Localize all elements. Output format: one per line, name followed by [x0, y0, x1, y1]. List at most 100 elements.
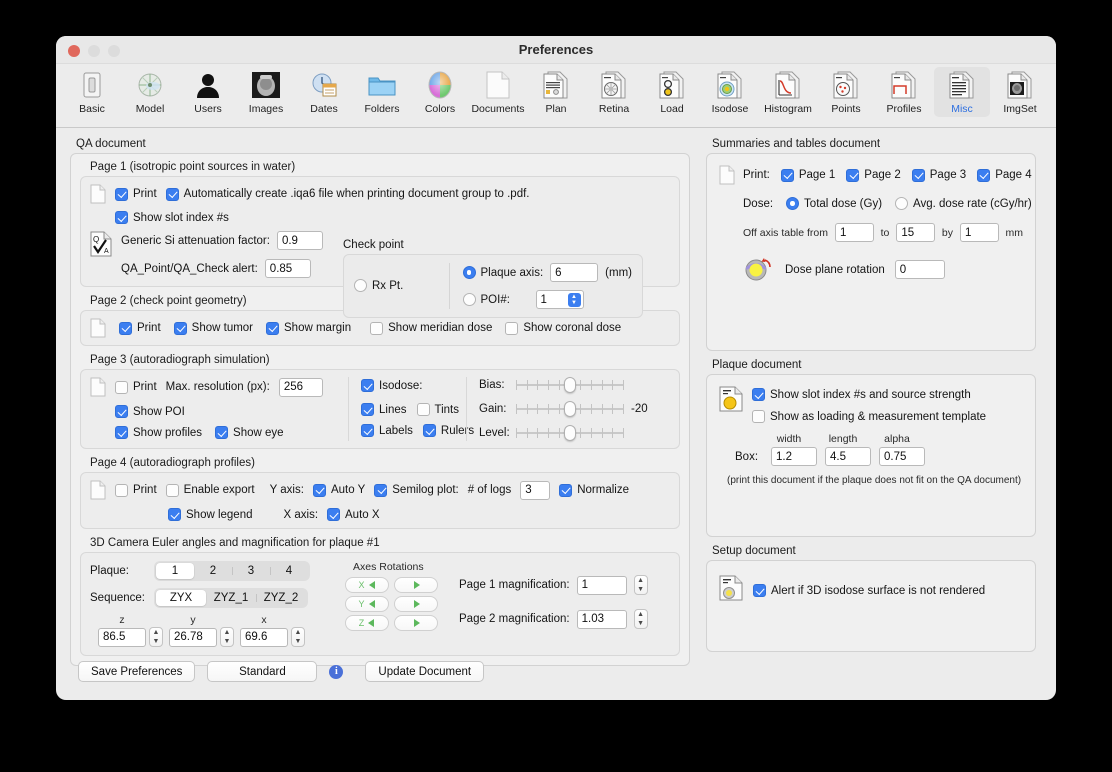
toolbar-item-colors[interactable]: Colors [412, 67, 468, 117]
summaries-page-checkbox-0[interactable]: Page 1 [780, 168, 835, 182]
sequence-option-zyz_2[interactable]: ZYZ_2 [256, 590, 306, 606]
plaque-box-length-field[interactable]: 4.5 [825, 447, 871, 466]
plaque-slot-checkbox[interactable]: Show slot index #s and source strength [752, 388, 971, 402]
bias-slider[interactable] [516, 377, 624, 393]
slider-thumb[interactable] [564, 401, 576, 417]
rotate-ccw-button-y[interactable]: Y [345, 596, 389, 612]
plaque-axis-radio[interactable]: Plaque axis: [462, 266, 543, 279]
offaxis-to-field[interactable]: 15 [896, 223, 935, 242]
page1-auto-iqa6-checkbox[interactable]: Automatically create .iqa6 file when pri… [165, 187, 530, 201]
toolbar-item-load[interactable]: Load [644, 67, 700, 117]
plaque-template-checkbox[interactable]: Show as loading & measurement template [752, 410, 986, 423]
page4-normalize-checkbox[interactable]: Normalize [559, 483, 629, 497]
toolbar-item-label: Retina [598, 103, 630, 115]
triangle-right-icon [413, 619, 420, 627]
page2-checkbox-3[interactable]: Show meridian dose [370, 321, 492, 335]
page4-export-checkbox[interactable]: Enable export [165, 483, 255, 497]
page2-mag-stepper[interactable]: ▲ ▼ [633, 609, 648, 629]
toolbar-item-basic[interactable]: Basic [64, 67, 120, 117]
slider-thumb[interactable] [564, 377, 576, 393]
page3-isodose-checkbox[interactable]: Isodose: [361, 379, 422, 393]
page3-show-profiles-checkbox[interactable]: Show profiles [115, 426, 202, 439]
plaque-box-width-field[interactable]: 1.2 [771, 447, 817, 466]
rx-point-radio[interactable]: Rx Pt. [354, 279, 403, 293]
page1-atten-field[interactable]: 0.9 [276, 231, 323, 250]
gain-slider[interactable] [516, 401, 624, 417]
info-icon[interactable]: i [329, 664, 344, 679]
page4-legend-checkbox[interactable]: Show legend [168, 508, 253, 521]
save-preferences-button[interactable]: Save Preferences [78, 661, 196, 682]
dose-total-radio[interactable]: Total dose (Gy) [786, 197, 882, 210]
sequence-segmented-control[interactable]: ZYX ZYZ_1 ZYZ_2 [154, 588, 308, 608]
page1-show-slot-checkbox[interactable]: Show slot index #s [115, 211, 229, 224]
page1-print-checkbox[interactable]: Print [115, 187, 157, 201]
rotate-cw-button-x[interactable] [394, 577, 438, 593]
toolbar-item-folders[interactable]: Folders [354, 67, 410, 117]
page3-lines-checkbox[interactable]: Lines [361, 403, 407, 416]
page1-alert-field[interactable]: 0.85 [264, 259, 311, 278]
plaque-option-2[interactable]: 2 [194, 563, 232, 579]
rotate-ccw-button-x[interactable]: X [345, 577, 389, 593]
toolbar-item-profiles[interactable]: Profiles [876, 67, 932, 117]
page2-mag-field[interactable]: 1.03 [576, 609, 627, 629]
toolbar-item-retina[interactable]: Retina [586, 67, 642, 117]
page1-mag-field[interactable]: 1 [576, 575, 627, 595]
toolbar-item-histogram[interactable]: Histogram [760, 67, 816, 117]
euler-axis-label-z: z [119, 614, 125, 626]
offaxis-by-field[interactable]: 1 [959, 223, 999, 242]
plaque-box-alpha-field[interactable]: 0.75 [879, 447, 925, 466]
page3-show-eye-checkbox[interactable]: Show eye [215, 426, 284, 439]
poi-radio[interactable]: POI#: [462, 293, 529, 306]
page4-logs-field[interactable]: 3 [520, 480, 551, 500]
page3-labels-checkbox[interactable]: Labels [361, 424, 413, 437]
offaxis-from-field[interactable]: 1 [835, 223, 874, 242]
toolbar-item-model[interactable]: Model [122, 67, 178, 117]
dose-rate-radio[interactable]: Avg. dose rate (cGy/hr) [895, 197, 1032, 210]
page4-autox-checkbox[interactable]: Auto X [327, 508, 380, 521]
toolbar-item-misc[interactable]: Misc [934, 67, 990, 117]
page2-checkbox-2[interactable]: Show margin [266, 321, 351, 335]
plaque-axis-field[interactable]: 6 [550, 263, 599, 282]
page3-tints-checkbox[interactable]: Tints [416, 403, 459, 416]
checkbox-label: Show tumor [191, 322, 254, 334]
update-document-button[interactable]: Update Document [365, 661, 485, 682]
rotate-ccw-button-z[interactable]: Z [345, 615, 389, 631]
toolbar-item-dates[interactable]: Dates [296, 67, 352, 117]
toolbar-item-plan[interactable]: Plan [528, 67, 584, 117]
page2-checkbox-4[interactable]: Show coronal dose [505, 321, 621, 335]
toolbar-item-points[interactable]: Points [818, 67, 874, 117]
summaries-page-checkbox-3[interactable]: Page 4 [977, 168, 1032, 182]
plaque-option-4[interactable]: 4 [270, 563, 308, 579]
page1-mag-stepper[interactable]: ▲ ▼ [633, 575, 648, 595]
page3-print-checkbox[interactable]: Print [115, 380, 157, 394]
plaque-option-3[interactable]: 3 [232, 563, 270, 579]
rotate-cw-button-y[interactable] [394, 596, 438, 612]
summaries-page-checkbox-1[interactable]: Page 2 [846, 168, 901, 182]
plaque-segmented-control[interactable]: 1234 [154, 561, 310, 581]
sequence-option-zyx[interactable]: ZYX [156, 590, 206, 606]
toolbar-item-images[interactable]: Images [238, 67, 294, 117]
summaries-page-checkbox-2[interactable]: Page 3 [911, 168, 966, 182]
page2-checkbox-0[interactable]: Print [119, 321, 161, 335]
poi-field[interactable]: 1 ▲ ▼ [535, 290, 584, 309]
page2-checkbox-1[interactable]: Show tumor [173, 321, 254, 335]
setup-alert-checkbox[interactable]: Alert if 3D isodose surface is not rende… [753, 584, 985, 597]
standard-button[interactable]: Standard [207, 661, 318, 682]
toolbar-item-documents[interactable]: Documents [470, 67, 526, 117]
poi-stepper[interactable]: ▲ ▼ [567, 292, 581, 307]
plaque-option-1[interactable]: 1 [156, 563, 194, 579]
toolbar-item-isodose[interactable]: Isodose [702, 67, 758, 117]
slider-thumb[interactable] [564, 425, 576, 441]
dose-plane-rotation-field[interactable]: 0 [894, 260, 945, 279]
page4-semilog-checkbox[interactable]: Semilog plot: [374, 483, 459, 497]
page3-show-poi-checkbox[interactable]: Show POI [115, 405, 185, 418]
page4-autoy-checkbox[interactable]: Auto Y [312, 483, 365, 497]
toolbar-item-imgset[interactable]: ImgSet [992, 67, 1048, 117]
page3-maxres-field[interactable]: 256 [278, 377, 323, 397]
level-slider[interactable] [516, 425, 624, 441]
rotate-cw-button-z[interactable] [394, 615, 438, 631]
page4-print-checkbox[interactable]: Print [115, 483, 157, 497]
sequence-option-zyz_1[interactable]: ZYZ_1 [206, 590, 256, 606]
toolbar-item-users[interactable]: Users [180, 67, 236, 117]
page4-export-label: Enable export [183, 484, 255, 496]
